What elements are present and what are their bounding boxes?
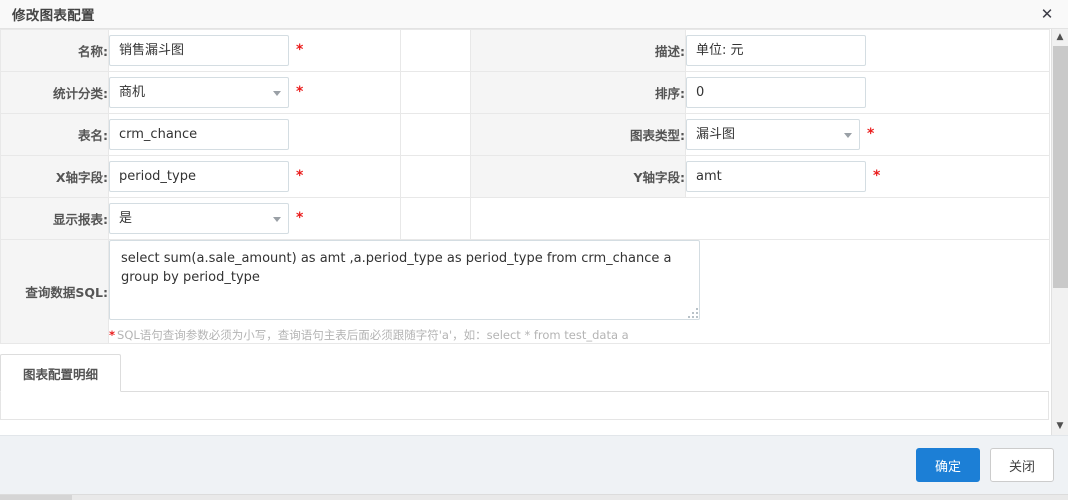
chart-type-select-value: 漏斗图 bbox=[696, 127, 735, 142]
scroll-down-arrow-icon[interactable]: ▼ bbox=[1052, 418, 1068, 435]
chart-config-dialog: 修改图表配置 ✕ 名称: 销售漏斗图 * 描述: bbox=[0, 0, 1068, 500]
form-scroll-area: 名称: 销售漏斗图 * 描述: 单位: 元 统计分类: bbox=[0, 29, 1051, 435]
row-spacer bbox=[401, 30, 471, 72]
field-cell-y-axis: amt * bbox=[686, 156, 1050, 198]
field-label-show-report: 显示报表: bbox=[1, 198, 109, 240]
field-cell-category: 商机 * bbox=[109, 72, 401, 114]
field-label-sort: 排序: bbox=[471, 72, 686, 114]
tabs-strip: 图表配置明细 bbox=[0, 354, 1049, 392]
status-strip-segment bbox=[0, 495, 72, 500]
dialog-titlebar: 修改图表配置 ✕ bbox=[0, 0, 1068, 29]
vertical-scrollbar[interactable]: ▲ ▼ bbox=[1051, 29, 1068, 435]
field-label-y-axis: Y轴字段: bbox=[471, 156, 686, 198]
x-axis-field-input[interactable]: period_type bbox=[109, 161, 289, 192]
sort-input[interactable]: 0 bbox=[686, 77, 866, 108]
bottom-status-strip bbox=[0, 494, 1068, 500]
field-cell-sort: 0 bbox=[686, 72, 1050, 114]
form-row: X轴字段: period_type * Y轴字段: amt * bbox=[1, 156, 1050, 198]
dialog-title: 修改图表配置 bbox=[12, 4, 95, 24]
row-spacer bbox=[401, 72, 471, 114]
table-name-input[interactable]: crm_chance bbox=[109, 119, 289, 150]
chevron-down-icon bbox=[844, 133, 852, 138]
field-label-sql: 查询数据SQL: bbox=[1, 240, 109, 344]
field-label-category: 统计分类: bbox=[1, 72, 109, 114]
tab-chart-config-detail[interactable]: 图表配置明细 bbox=[0, 354, 121, 392]
required-marker: * bbox=[296, 84, 303, 100]
field-label-table-name: 表名: bbox=[1, 114, 109, 156]
field-cell-show-report: 是* bbox=[109, 198, 401, 240]
name-input[interactable]: 销售漏斗图 bbox=[109, 35, 289, 66]
field-label-x-axis: X轴字段: bbox=[1, 156, 109, 198]
required-marker: * bbox=[296, 168, 303, 184]
dialog-footer: 确定 关闭 bbox=[0, 435, 1068, 494]
field-label-description: 描述: bbox=[471, 30, 686, 72]
field-cell-name: 销售漏斗图 * bbox=[109, 30, 401, 72]
field-label-name: 名称: bbox=[1, 30, 109, 72]
sql-textarea[interactable]: select sum(a.sale_amount) as amt ,a.peri… bbox=[109, 240, 700, 320]
row-spacer bbox=[401, 198, 471, 240]
description-input[interactable]: 单位: 元 bbox=[686, 35, 866, 66]
dialog-body: 名称: 销售漏斗图 * 描述: 单位: 元 统计分类: bbox=[0, 29, 1068, 435]
required-marker: * bbox=[296, 210, 303, 226]
config-form-table: 名称: 销售漏斗图 * 描述: 单位: 元 统计分类: bbox=[0, 29, 1050, 344]
form-row-sql: 查询数据SQL: select sum(a.sale_amount) as am… bbox=[1, 240, 1050, 344]
sql-hint: *SQL语句查询参数必须为小写，查询语句主表后面必须跟随字符'a'，如：sele… bbox=[109, 327, 1049, 343]
scroll-up-arrow-icon[interactable]: ▲ bbox=[1052, 29, 1068, 46]
close-button[interactable]: 关闭 bbox=[990, 448, 1054, 482]
form-row: 显示报表: 是* bbox=[1, 198, 1050, 240]
field-label-chart-type: 图表类型: bbox=[471, 114, 686, 156]
chart-type-select[interactable]: 漏斗图 bbox=[686, 119, 860, 150]
required-marker: * bbox=[867, 126, 874, 142]
field-cell-sql: select sum(a.sale_amount) as amt ,a.peri… bbox=[109, 240, 1050, 344]
y-axis-field-input[interactable]: amt bbox=[686, 161, 866, 192]
form-row: 统计分类: 商机 * 排序: 0 bbox=[1, 72, 1050, 114]
scrollbar-track[interactable] bbox=[1052, 46, 1068, 418]
confirm-button[interactable]: 确定 bbox=[916, 448, 980, 482]
tab-label: 图表配置明细 bbox=[23, 364, 98, 383]
row-spacer bbox=[401, 114, 471, 156]
field-cell-table-name: crm_chance bbox=[109, 114, 401, 156]
hint-star: * bbox=[109, 328, 115, 342]
empty-cell bbox=[471, 198, 1050, 240]
chevron-down-icon bbox=[273, 91, 281, 96]
category-select[interactable]: 商机 bbox=[109, 77, 289, 108]
close-icon[interactable]: ✕ bbox=[1036, 3, 1058, 25]
detail-tabs: 图表配置明细 bbox=[0, 354, 1049, 420]
hint-text: SQL语句查询参数必须为小写，查询语句主表后面必须跟随字符'a'，如：selec… bbox=[117, 328, 629, 342]
chevron-down-icon bbox=[273, 217, 281, 222]
tab-panel-chart-config-detail bbox=[0, 392, 1049, 420]
field-cell-x-axis: period_type * bbox=[109, 156, 401, 198]
required-marker: * bbox=[296, 42, 303, 58]
row-spacer bbox=[401, 156, 471, 198]
category-select-value: 商机 bbox=[119, 85, 145, 100]
field-cell-chart-type: 漏斗图 * bbox=[686, 114, 1050, 156]
show-report-select-value: 是 bbox=[119, 211, 132, 226]
form-row: 名称: 销售漏斗图 * 描述: 单位: 元 bbox=[1, 30, 1050, 72]
scrollbar-thumb[interactable] bbox=[1053, 46, 1068, 288]
show-report-select[interactable]: 是 bbox=[109, 203, 289, 234]
form-row: 表名: crm_chance 图表类型: 漏斗图 * bbox=[1, 114, 1050, 156]
required-marker: * bbox=[873, 168, 880, 184]
field-cell-description: 单位: 元 bbox=[686, 30, 1050, 72]
